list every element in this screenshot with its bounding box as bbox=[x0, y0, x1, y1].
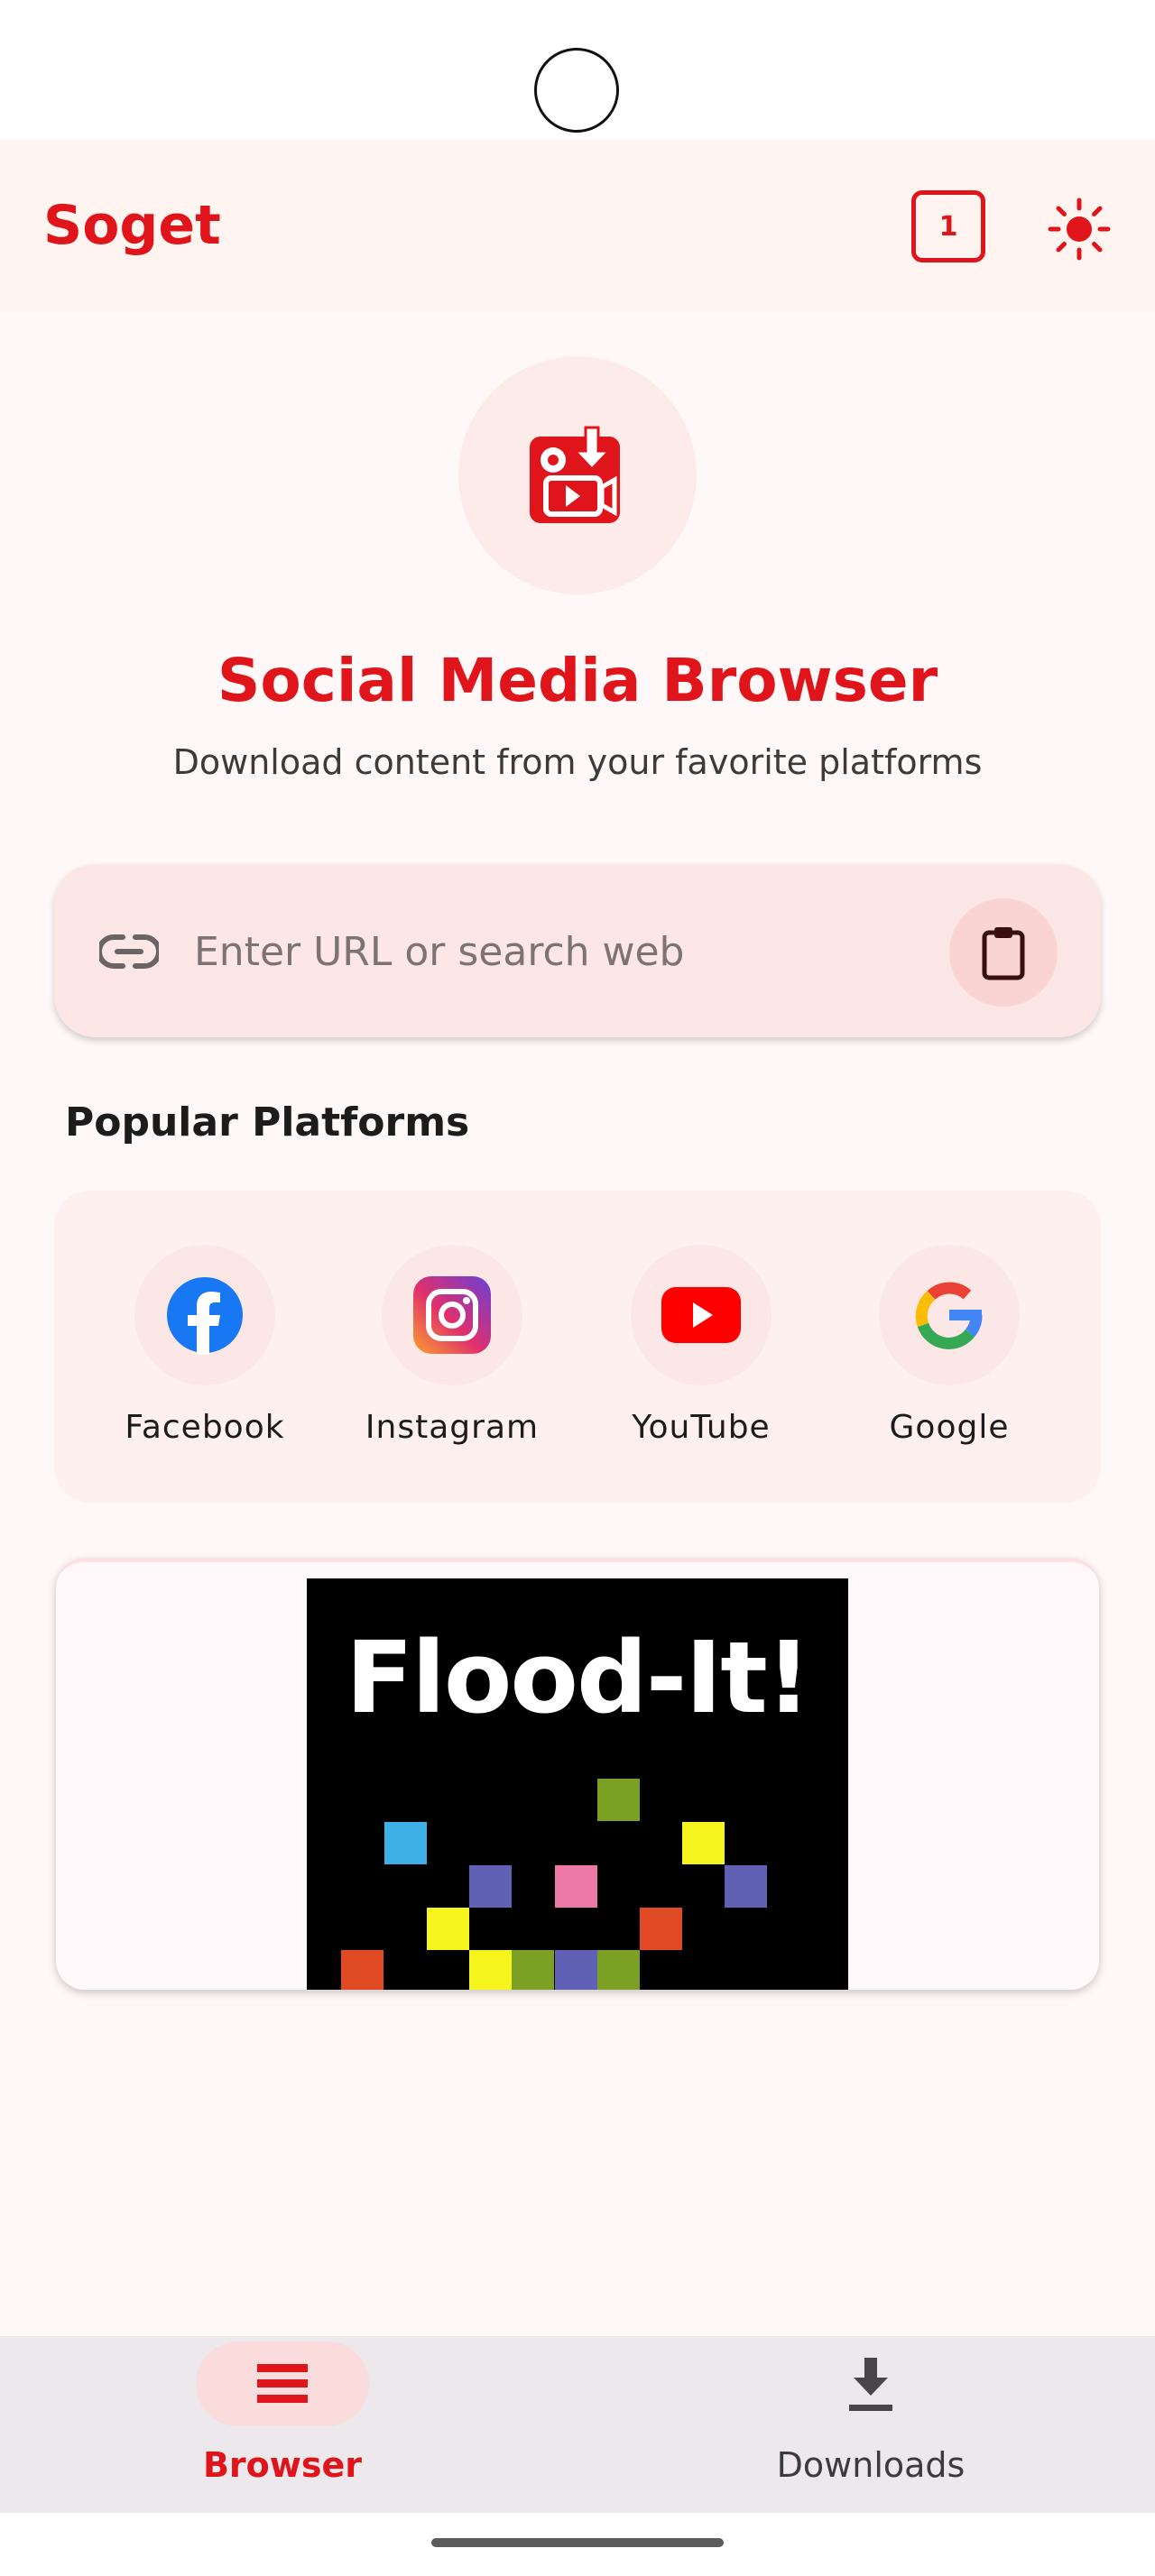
platform-label: YouTube bbox=[632, 1409, 771, 1446]
pixel-square bbox=[640, 1908, 682, 1950]
pixel-square bbox=[341, 1950, 383, 1990]
pixel-square bbox=[469, 1950, 512, 1990]
nav-label-downloads[interactable]: Downloads bbox=[731, 2440, 1011, 2490]
home-indicator[interactable] bbox=[431, 2538, 724, 2547]
pixel-square bbox=[384, 1822, 427, 1864]
platform-instagram[interactable]: Instagram bbox=[344, 1245, 560, 1461]
list-icon bbox=[257, 2364, 308, 2403]
platform-label: Instagram bbox=[365, 1409, 540, 1446]
platform-youtube[interactable]: YouTube bbox=[593, 1245, 809, 1461]
banner-title: Flood-It! bbox=[345, 1620, 811, 1735]
banner-image: Flood-It! bbox=[307, 1578, 848, 1990]
hero-subtitle: Download content from your favorite plat… bbox=[172, 742, 983, 782]
search-input[interactable] bbox=[194, 915, 916, 988]
pixel-square bbox=[512, 1950, 554, 1990]
pixel-square bbox=[555, 1950, 597, 1990]
google-icon bbox=[915, 1282, 983, 1349]
clipboard-icon bbox=[982, 927, 1025, 980]
facebook-icon bbox=[167, 1277, 243, 1355]
pixel-square bbox=[597, 1950, 640, 1990]
link-icon bbox=[99, 934, 159, 969]
hero-title: Social Media Browser bbox=[217, 646, 938, 715]
pixel-square bbox=[555, 1865, 597, 1908]
platform-label: Facebook bbox=[125, 1409, 285, 1446]
sun-icon bbox=[1048, 198, 1111, 261]
tab-count-label: 1 bbox=[938, 210, 958, 243]
pixel-square bbox=[682, 1822, 725, 1864]
download-icon[interactable] bbox=[844, 2356, 898, 2415]
pixel-square bbox=[469, 1865, 512, 1908]
section-title-popular-platforms: Popular Platforms bbox=[65, 1099, 470, 1145]
platform-label: Google bbox=[889, 1409, 1010, 1446]
platform-facebook[interactable]: Facebook bbox=[97, 1245, 313, 1461]
pixel-square bbox=[725, 1865, 767, 1908]
video-download-icon bbox=[530, 426, 620, 523]
platform-google[interactable]: Google bbox=[841, 1245, 1058, 1461]
pixel-square bbox=[597, 1779, 640, 1821]
status-bar bbox=[0, 0, 1155, 140]
camera-cutout bbox=[534, 48, 619, 133]
theme-toggle-button[interactable] bbox=[1047, 197, 1112, 262]
pixel-square bbox=[427, 1908, 469, 1950]
nav-label-browser[interactable]: Browser bbox=[144, 2440, 420, 2490]
app-title: Soget bbox=[43, 194, 221, 257]
instagram-icon bbox=[413, 1276, 491, 1354]
tab-count-button[interactable]: 1 bbox=[911, 190, 985, 262]
youtube-icon bbox=[661, 1287, 741, 1343]
paste-button[interactable] bbox=[949, 898, 1058, 1007]
ad-banner-card[interactable]: Flood-It! bbox=[56, 1559, 1099, 1990]
